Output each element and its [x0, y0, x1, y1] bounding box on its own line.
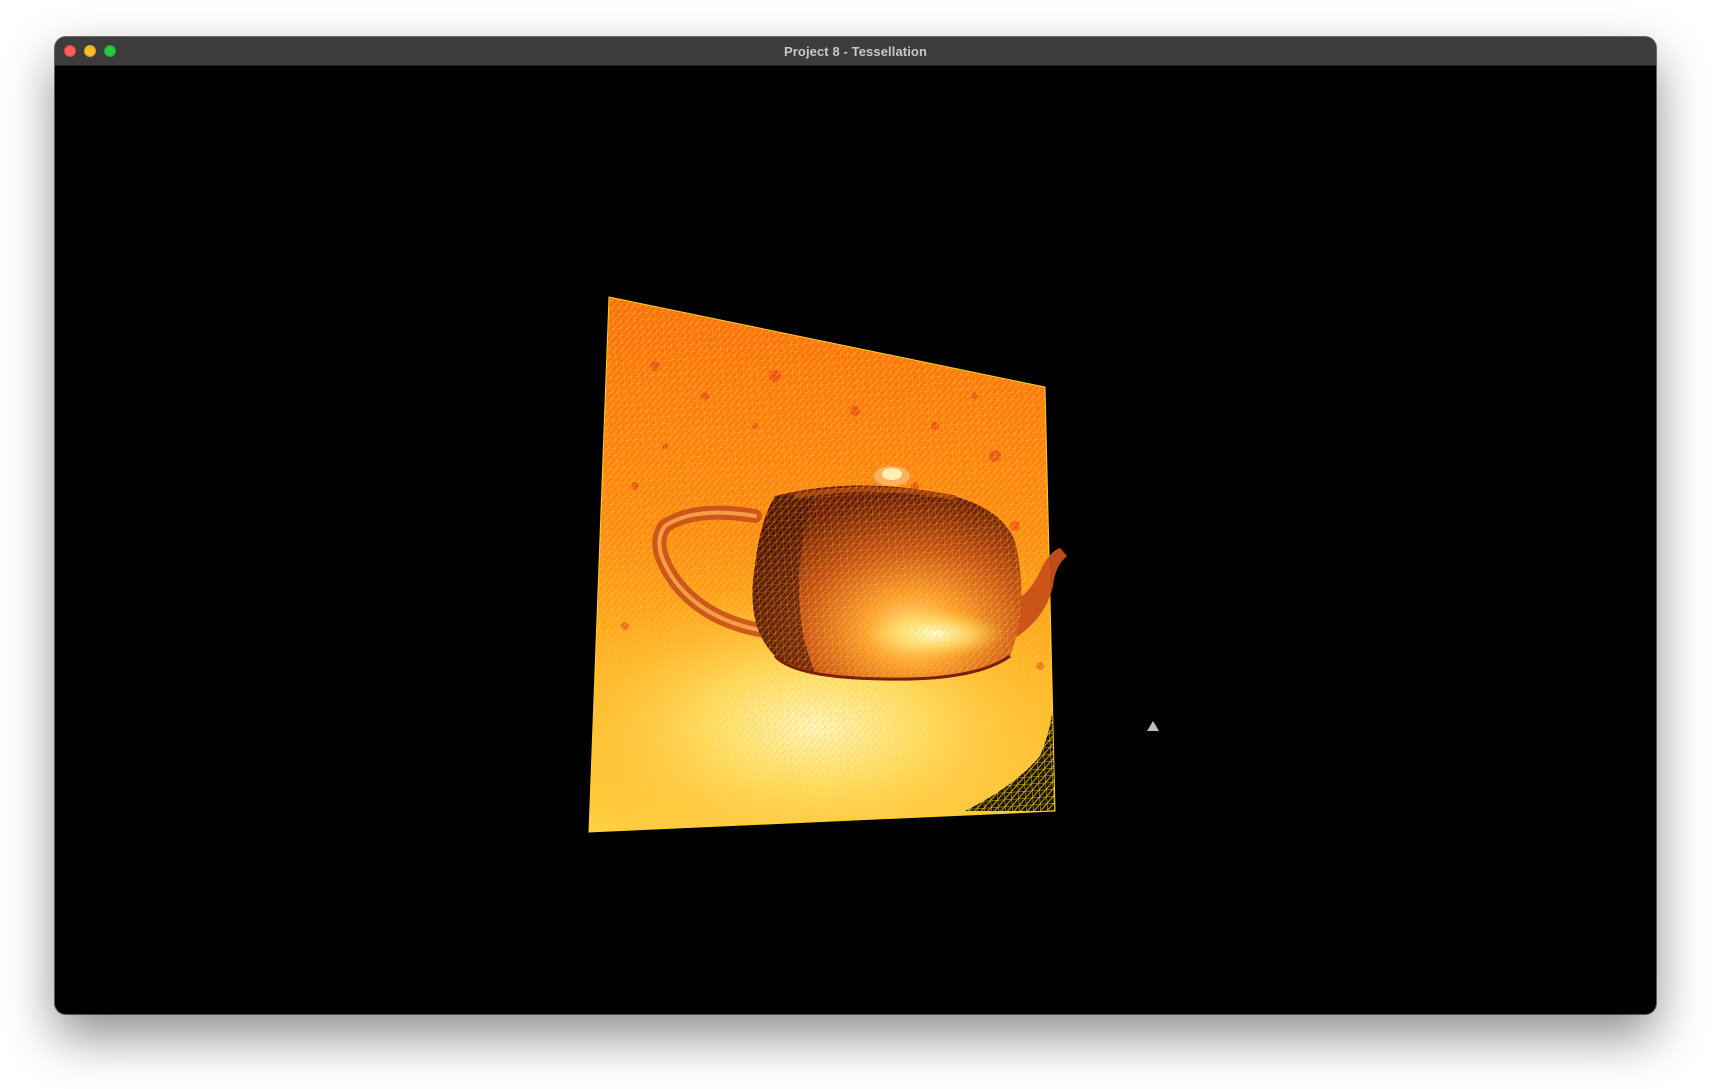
render-viewport[interactable] [55, 66, 1656, 1014]
title-bar[interactable]: Project 8 - Tessellation [55, 37, 1656, 66]
zoom-button[interactable] [104, 45, 116, 57]
close-button[interactable] [64, 45, 76, 57]
window-controls [64, 45, 116, 57]
scene-canvas [588, 296, 1159, 833]
minimize-button[interactable] [84, 45, 96, 57]
cursor-marker [1147, 721, 1159, 731]
app-window: Project 8 - Tessellation [55, 37, 1656, 1014]
desktop: Project 8 - Tessellation [0, 0, 1712, 1089]
window-title: Project 8 - Tessellation [783, 43, 928, 59]
